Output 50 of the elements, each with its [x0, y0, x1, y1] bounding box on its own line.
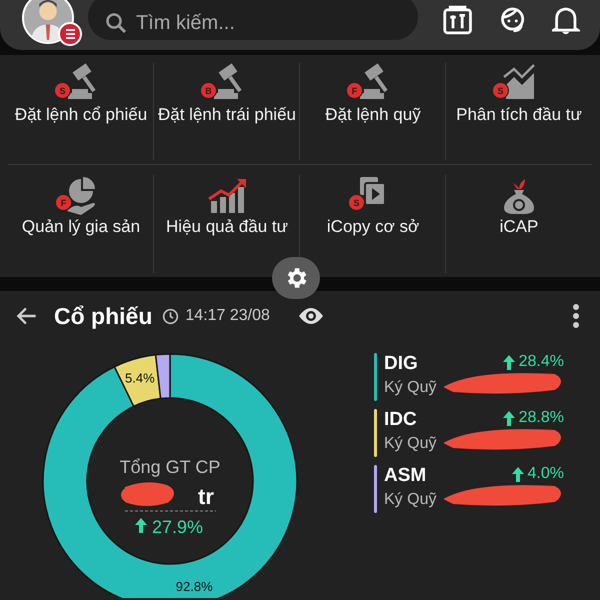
up-arrow-icon — [502, 410, 515, 426]
badge: F — [346, 82, 363, 99]
menu-label: Quản lý gia sản — [22, 216, 140, 238]
up-arrow-icon — [512, 466, 524, 482]
timestamp: 14:17 23/08 — [185, 307, 270, 325]
ticker: ASM — [384, 465, 428, 487]
slice-label: 5.4% — [125, 370, 155, 386]
menu-badge-icon[interactable] — [58, 22, 82, 46]
menu-label: iCopy cơ sở — [326, 216, 420, 238]
tools-icon[interactable] — [442, 3, 474, 37]
ticker: IDC — [384, 409, 418, 431]
search-icon — [104, 11, 128, 35]
badge: S — [54, 82, 71, 99]
pie-hand-icon — [65, 175, 97, 215]
menu-label: Đặt lệnh cổ phiếu — [14, 104, 148, 126]
menu-tile[interactable]: B Đặt lệnh trái phiếu — [154, 59, 300, 165]
clock-icon — [162, 308, 180, 324]
menu-tile[interactable]: F Đặt lệnh quỹ — [300, 59, 446, 165]
menu-tile[interactable]: F Quản lý gia sản — [8, 171, 154, 277]
more-options-icon[interactable] — [572, 303, 580, 329]
settings-button[interactable] — [272, 257, 320, 299]
total-unit: tr — [198, 484, 214, 509]
ticker: DIG — [384, 353, 419, 375]
menu-label: iCAP — [500, 216, 538, 238]
up-arrow-icon — [135, 518, 147, 533]
badge: F — [55, 194, 72, 211]
account-type: Ký Quỹ — [384, 491, 438, 509]
menu-label: Đặt lệnh quỹ — [325, 104, 421, 126]
menu-label: Hiệu quả đầu tư — [166, 216, 288, 238]
total-label: Tổng GT CP — [120, 457, 220, 477]
change-percent: 28.8% — [518, 409, 564, 427]
up-arrow-icon — [502, 354, 515, 370]
slice-label: 92.8% — [176, 579, 213, 594]
change-percent: 28.4% — [518, 353, 564, 371]
menu-label: Phân tích đầu tư — [456, 104, 582, 126]
badge: S — [348, 194, 365, 211]
badge: S — [492, 82, 509, 99]
search-field[interactable]: Tìm kiếm... — [88, 0, 418, 40]
total-change: 27.9% — [152, 517, 204, 537]
badge: B — [200, 82, 217, 99]
menu-tile[interactable]: Hiệu quả đầu tư — [154, 171, 300, 277]
account-type: Ký Quỹ — [384, 435, 438, 453]
account-type: Ký Quỹ — [384, 379, 438, 397]
change-percent: 4.0% — [528, 465, 564, 483]
menu-tile[interactable]: S Phân tích đầu tư — [446, 59, 592, 165]
section-title: Cổ phiếu — [54, 302, 152, 330]
menu-tile[interactable]: S Đặt lệnh cổ phiếu — [8, 59, 154, 165]
menu-tile[interactable]: iCAP — [446, 171, 592, 277]
eye-icon[interactable] — [298, 306, 324, 326]
menu-label: Đặt lệnh trái phiếu — [158, 104, 296, 126]
